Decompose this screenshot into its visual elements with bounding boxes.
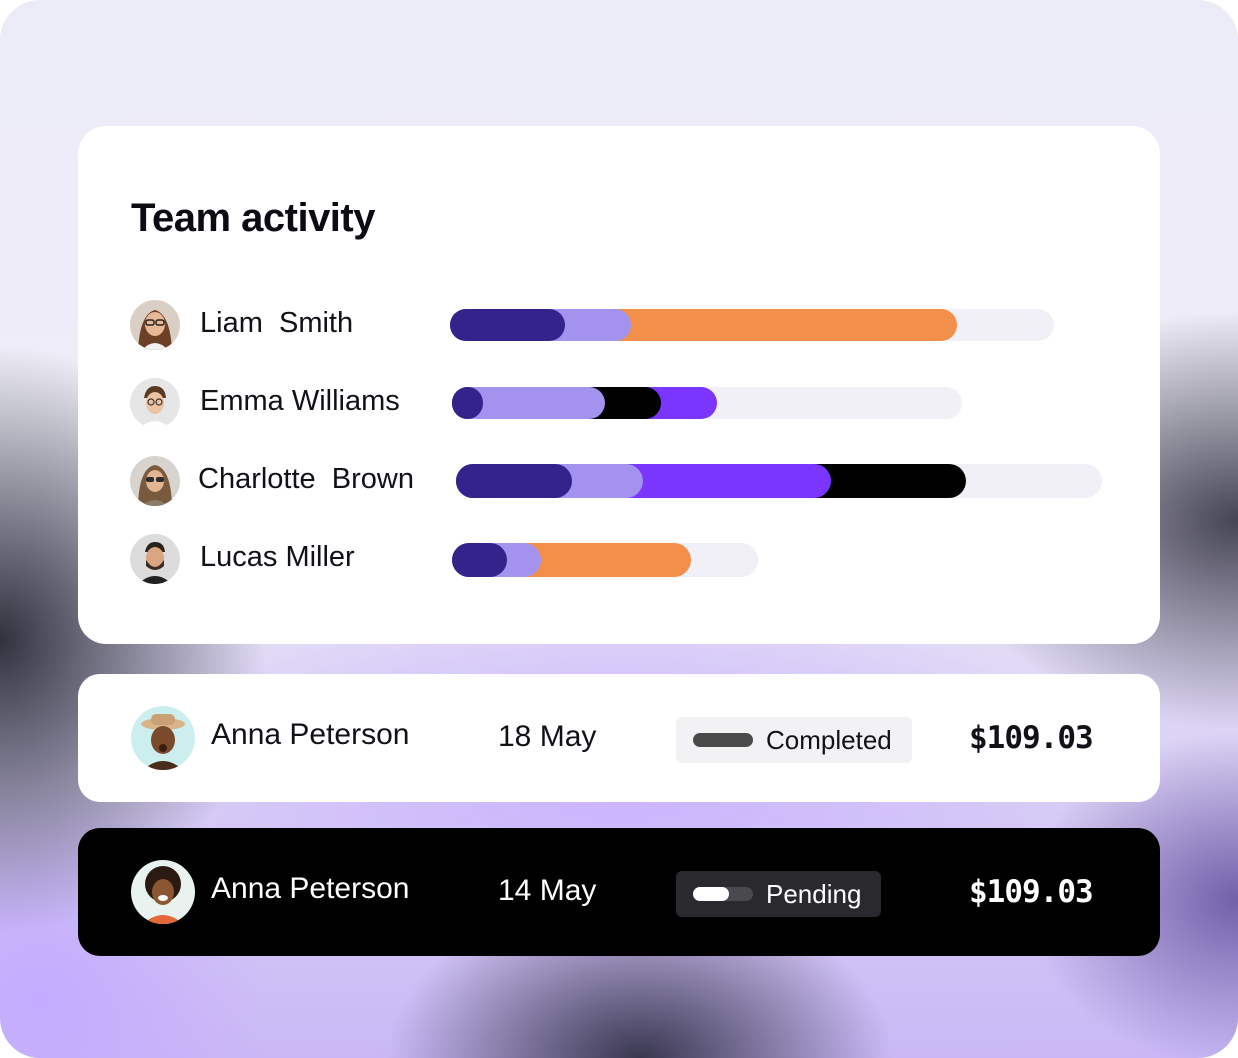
transaction-name: Anna Peterson xyxy=(211,718,410,751)
team-activity-card: Team activity Liam Smith Emma Williams C… xyxy=(78,126,1160,644)
transaction-amount: $109.03 xyxy=(969,720,1094,756)
transaction-row[interactable]: Anna Peterson 18 May Completed $109.03 xyxy=(78,674,1160,802)
bearded-man-avatar xyxy=(130,534,180,584)
young-man-avatar xyxy=(130,378,180,428)
status-toggle-icon xyxy=(693,733,753,747)
toggle-knob xyxy=(693,887,729,901)
transaction-amount: $109.03 xyxy=(969,874,1094,910)
smiling-woman-avatar xyxy=(131,860,195,924)
member-name: Liam Smith xyxy=(200,307,354,339)
member-row[interactable]: Lucas Miller xyxy=(130,533,1110,585)
woman-with-glasses-avatar xyxy=(130,300,180,350)
status-label: Pending xyxy=(766,879,862,909)
activity-bar xyxy=(456,464,1102,498)
bar-segment-indigo xyxy=(450,309,565,341)
status-toggle-icon xyxy=(693,887,753,901)
transaction-date: 18 May xyxy=(498,720,597,753)
transaction-date: 14 May xyxy=(498,874,597,907)
man-with-hat-avatar xyxy=(131,706,195,770)
member-name: Emma Williams xyxy=(200,385,400,417)
member-name: Charlotte Brown xyxy=(198,463,414,495)
bar-segment-indigo xyxy=(456,464,573,498)
member-row[interactable]: Charlotte Brown xyxy=(130,455,1110,507)
status-badge: Completed xyxy=(676,717,912,763)
transaction-name: Anna Peterson xyxy=(211,872,410,905)
woman-with-sunglasses-avatar xyxy=(130,456,180,506)
activity-bar xyxy=(450,309,1054,341)
member-row[interactable]: Emma Williams xyxy=(130,377,1110,429)
status-label: Completed xyxy=(766,725,892,755)
card-title: Team activity xyxy=(131,196,376,240)
bar-segment-indigo xyxy=(452,543,508,577)
bar-segment-indigo xyxy=(452,387,483,419)
activity-bar xyxy=(452,387,962,419)
member-name: Lucas Miller xyxy=(200,541,355,573)
status-badge: Pending xyxy=(676,871,882,917)
member-row[interactable]: Liam Smith xyxy=(130,299,1110,351)
activity-bar xyxy=(452,543,758,577)
transaction-row[interactable]: Anna Peterson 14 May Pending $109.03 xyxy=(78,828,1160,956)
